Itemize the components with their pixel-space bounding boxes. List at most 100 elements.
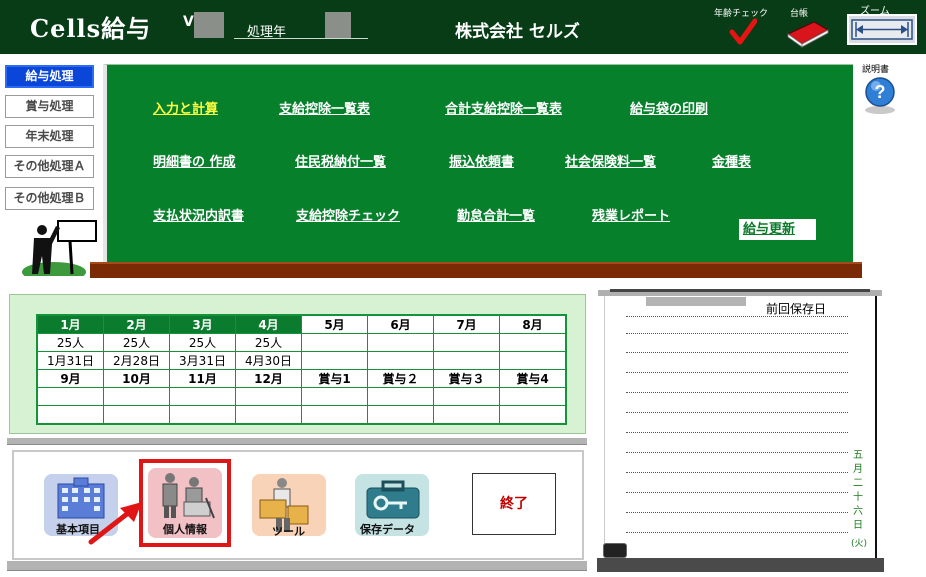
- ruled-line: [626, 372, 848, 373]
- paydate-row-1: 1月31日 2月28日 3月31日 4月30日: [36, 351, 567, 370]
- date-char: 月: [853, 464, 863, 475]
- tools-label: ツール: [272, 525, 305, 538]
- empty-cell: [36, 405, 104, 425]
- paydate-cell: 2月28日: [103, 351, 170, 370]
- link-pay-envelope-print[interactable]: 給与袋の印刷: [630, 98, 708, 117]
- bonus-cell[interactable]: 賞与4: [499, 369, 567, 388]
- date-char: 十: [853, 492, 863, 503]
- paydate-row-2: [36, 405, 567, 425]
- link-payment-deduction-list[interactable]: 支給控除一覧表: [279, 98, 370, 117]
- ruled-line: [626, 432, 848, 433]
- ruled-line: [626, 352, 848, 353]
- empty-cell: [301, 387, 368, 406]
- month-row-1: 1月 2月 3月 4月 5月 6月 7月 8月: [36, 314, 567, 334]
- empty-cell: [235, 387, 302, 406]
- headcount-cell: 25人: [235, 333, 302, 352]
- link-payment-deduction-check[interactable]: 支給控除チェック: [296, 205, 400, 224]
- pointer-arrow-icon: [88, 498, 146, 549]
- menu-year-end[interactable]: 年末処理: [5, 125, 94, 148]
- ruled-line: [626, 452, 848, 453]
- empty-cell: [367, 405, 434, 425]
- empty-cell: [103, 387, 170, 406]
- ruled-line: [626, 532, 848, 533]
- month-row-2: 9月 10月 11月 12月 賞与1 賞与２ 賞与３ 賞与4: [36, 369, 567, 388]
- link-payment-breakdown[interactable]: 支払状況内訳書: [153, 205, 244, 224]
- headcount-cell: 25人: [36, 333, 104, 352]
- ruled-line: [626, 492, 848, 493]
- version-redacted: [194, 12, 224, 38]
- paydate-cell: [301, 351, 368, 370]
- version-label: V: [183, 14, 194, 30]
- link-attendance-total-list[interactable]: 勤怠合計一覧: [457, 205, 535, 224]
- link-total-payment-deduction-list[interactable]: 合計支給控除一覧表: [445, 98, 562, 117]
- empty-cell: [235, 405, 302, 425]
- month-cell[interactable]: 9月: [36, 369, 104, 388]
- month-cell[interactable]: 12月: [235, 369, 302, 388]
- age-check-button[interactable]: [729, 18, 758, 49]
- menu-other-a[interactable]: その他処理Ａ: [5, 155, 94, 178]
- paydate-cell: [367, 351, 434, 370]
- link-social-insurance-list[interactable]: 社会保険料一覧: [565, 151, 656, 170]
- month-cell[interactable]: 4月: [235, 314, 302, 334]
- exit-button[interactable]: 終了: [472, 473, 556, 535]
- backup-data-label: 保存データ: [360, 523, 415, 536]
- month-cell[interactable]: 5月: [301, 314, 368, 334]
- book-icon: [787, 21, 830, 48]
- ruled-line: [626, 333, 848, 334]
- headcount-cell: [433, 333, 500, 352]
- weekday-label: (火): [850, 539, 868, 549]
- date-char: 五: [853, 450, 863, 461]
- manual-label: 説明書: [862, 65, 890, 75]
- date-char: 六: [853, 506, 863, 517]
- empty-cell: [36, 387, 104, 406]
- month-cell[interactable]: 1月: [36, 314, 104, 334]
- scroll-top-bar: [610, 289, 870, 292]
- headcount-cell: [499, 333, 567, 352]
- empty-cell: [301, 405, 368, 425]
- date-char: 二: [853, 478, 863, 489]
- zoom-button[interactable]: [847, 14, 917, 45]
- link-statement-create[interactable]: 明細書の 作成: [153, 151, 236, 170]
- paydate-cell: 1月31日: [36, 351, 104, 370]
- paydate-cell: [499, 351, 567, 370]
- empty-cell: [169, 405, 236, 425]
- salary-update-button[interactable]: 給与更新: [739, 219, 816, 240]
- month-cell[interactable]: 7月: [433, 314, 500, 334]
- month-cell[interactable]: 8月: [499, 314, 567, 334]
- headcount-cell: 25人: [103, 333, 170, 352]
- bonus-cell[interactable]: 賞与２: [367, 369, 434, 388]
- month-cell[interactable]: 3月: [169, 314, 236, 334]
- menu-bonus[interactable]: 賞与処理: [5, 95, 94, 118]
- headcount-row-2: [36, 387, 567, 406]
- menu-salary[interactable]: 給与処理: [5, 65, 94, 88]
- link-resident-tax-list[interactable]: 住民税納付一覧: [295, 151, 386, 170]
- company-name: 株式会社 セルズ: [455, 22, 580, 42]
- last-save-redacted: [646, 297, 746, 306]
- ruled-line: [626, 392, 848, 393]
- ruled-line: [626, 472, 848, 473]
- memo-scroll: [604, 296, 877, 559]
- headcount-cell: 25人: [169, 333, 236, 352]
- bonus-cell[interactable]: 賞与３: [433, 369, 500, 388]
- ledger-button[interactable]: [784, 18, 832, 51]
- headcount-row-1: 25人 25人 25人 25人: [36, 333, 567, 352]
- scroll-bottom-rod: [597, 558, 884, 572]
- month-cell[interactable]: 2月: [103, 314, 170, 334]
- month-cell[interactable]: 11月: [169, 369, 236, 388]
- empty-cell: [169, 387, 236, 406]
- bonus-cell[interactable]: 賞与1: [301, 369, 368, 388]
- month-cell[interactable]: 6月: [367, 314, 434, 334]
- month-cell[interactable]: 10月: [103, 369, 170, 388]
- board-ledge: [90, 262, 862, 278]
- date-char: 日: [853, 520, 863, 531]
- help-button[interactable]: ?: [863, 76, 897, 119]
- link-denomination-table[interactable]: 金種表: [712, 151, 751, 170]
- empty-cell: [499, 405, 567, 425]
- link-overtime-report[interactable]: 残業レポート: [592, 205, 670, 224]
- empty-cell: [367, 387, 434, 406]
- link-input-calc[interactable]: 入力と計算: [153, 98, 218, 117]
- empty-cell: [499, 387, 567, 406]
- link-transfer-request[interactable]: 振込依頼書: [449, 151, 514, 170]
- headcount-cell: [301, 333, 368, 352]
- menu-other-b[interactable]: その他処理Ｂ: [5, 187, 94, 210]
